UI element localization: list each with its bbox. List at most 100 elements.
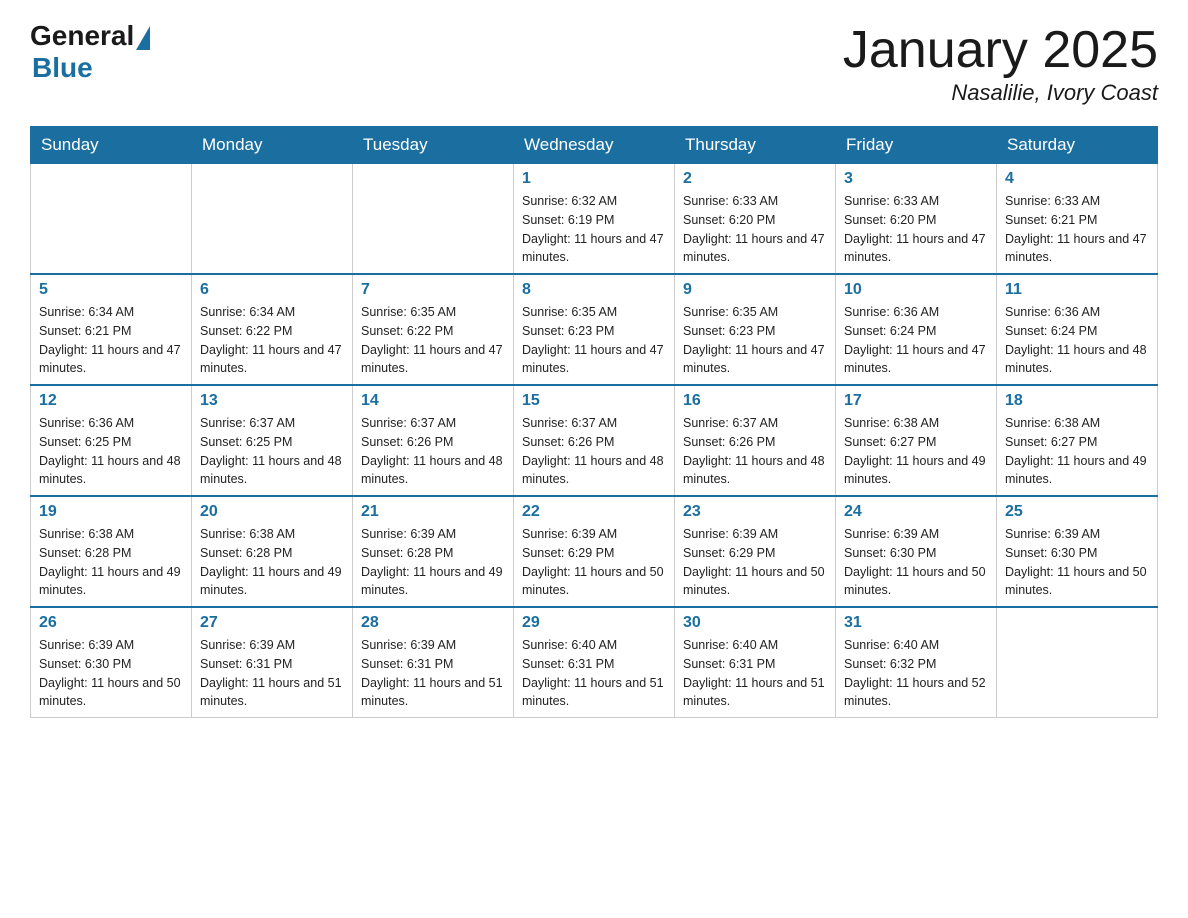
day-number: 7 — [361, 281, 505, 299]
calendar-header-monday: Monday — [192, 127, 353, 164]
calendar-cell: 4Sunrise: 6:33 AMSunset: 6:21 PMDaylight… — [997, 164, 1158, 275]
day-number: 2 — [683, 170, 827, 188]
day-info: Sunrise: 6:35 AMSunset: 6:22 PMDaylight:… — [361, 303, 505, 378]
page-header: General Blue January 2025 Nasalilie, Ivo… — [30, 20, 1158, 106]
calendar-cell: 29 Sunrise: 6:40 AMSunset: 6:31 PMDayligh… — [514, 607, 675, 718]
calendar-week-row: 19 Sunrise: 6:38 AMSunset: 6:28 PMDayligh… — [31, 496, 1158, 607]
calendar-cell — [997, 607, 1158, 718]
day-info: Sunrise: 6:34 AMSunset: 6:22 PMDaylight:… — [200, 303, 344, 378]
day-number: 16 — [683, 392, 827, 410]
day-number: 15 — [522, 392, 666, 410]
calendar-cell: 8 Sunrise: 6:35 AMSunset: 6:23 PMDaylight… — [514, 274, 675, 385]
day-number: 23 — [683, 503, 827, 521]
calendar-cell: 26Sunrise: 6:39 AMSunset: 6:30 PMDayligh… — [31, 607, 192, 718]
calendar-cell — [192, 164, 353, 275]
day-info: Sunrise: 6:39 AMSunset: 6:28 PMDaylight:… — [361, 525, 505, 600]
day-number: 27 — [200, 614, 344, 632]
day-number: 8 — [522, 281, 666, 299]
day-number: 17 — [844, 392, 988, 410]
calendar-cell: 12 Sunrise: 6:36 AMSunset: 6:25 PMDayligh… — [31, 385, 192, 496]
day-info: Sunrise: 6:36 AMSunset: 6:25 PMDaylight:… — [39, 414, 183, 489]
day-number: 1 — [522, 170, 666, 188]
day-info: Sunrise: 6:37 AMSunset: 6:25 PMDaylight:… — [200, 414, 344, 489]
calendar-cell: 7 Sunrise: 6:35 AMSunset: 6:22 PMDaylight… — [353, 274, 514, 385]
calendar-cell: 14 Sunrise: 6:37 AMSunset: 6:26 PMDayligh… — [353, 385, 514, 496]
day-number: 3 — [844, 170, 988, 188]
calendar-week-row: 1 Sunrise: 6:32 AMSunset: 6:19 PMDaylight… — [31, 164, 1158, 275]
calendar-cell — [31, 164, 192, 275]
day-info: Sunrise: 6:39 AMSunset: 6:31 PMDaylight:… — [361, 636, 505, 711]
day-info: Sunrise: 6:33 AMSunset: 6:20 PMDaylight:… — [683, 192, 827, 267]
day-number: 11 — [1005, 281, 1149, 299]
calendar-header-saturday: Saturday — [997, 127, 1158, 164]
logo-general-text: General — [30, 20, 134, 52]
day-info: Sunrise: 6:39 AMSunset: 6:29 PMDaylight:… — [683, 525, 827, 600]
calendar-cell: 13 Sunrise: 6:37 AMSunset: 6:25 PMDayligh… — [192, 385, 353, 496]
day-number: 10 — [844, 281, 988, 299]
day-info: Sunrise: 6:40 AMSunset: 6:31 PMDaylight:… — [683, 636, 827, 711]
day-number: 22 — [522, 503, 666, 521]
day-number: 9 — [683, 281, 827, 299]
day-number: 28 — [361, 614, 505, 632]
calendar-cell: 19 Sunrise: 6:38 AMSunset: 6:28 PMDayligh… — [31, 496, 192, 607]
calendar-cell: 1 Sunrise: 6:32 AMSunset: 6:19 PMDaylight… — [514, 164, 675, 275]
day-number: 29 — [522, 614, 666, 632]
day-info: Sunrise: 6:39 AMSunset: 6:29 PMDaylight:… — [522, 525, 666, 600]
month-title: January 2025 — [843, 20, 1158, 80]
calendar-cell: 16 Sunrise: 6:37 AMSunset: 6:26 PMDayligh… — [675, 385, 836, 496]
calendar-cell: 20 Sunrise: 6:38 AMSunset: 6:28 PMDayligh… — [192, 496, 353, 607]
calendar-cell: 9 Sunrise: 6:35 AMSunset: 6:23 PMDaylight… — [675, 274, 836, 385]
day-number: 21 — [361, 503, 505, 521]
calendar-cell: 15 Sunrise: 6:37 AMSunset: 6:26 PMDayligh… — [514, 385, 675, 496]
calendar-cell: 25 Sunrise: 6:39 AMSunset: 6:30 PMDayligh… — [997, 496, 1158, 607]
day-number: 19 — [39, 503, 183, 521]
day-number: 31 — [844, 614, 988, 632]
calendar-cell: 18Sunrise: 6:38 AMSunset: 6:27 PMDayligh… — [997, 385, 1158, 496]
day-info: Sunrise: 6:40 AMSunset: 6:32 PMDaylight:… — [844, 636, 988, 711]
calendar-cell: 21 Sunrise: 6:39 AMSunset: 6:28 PMDayligh… — [353, 496, 514, 607]
day-info: Sunrise: 6:40 AMSunset: 6:31 PMDaylight:… — [522, 636, 666, 711]
day-info: Sunrise: 6:36 AMSunset: 6:24 PMDaylight:… — [844, 303, 988, 378]
day-info: Sunrise: 6:36 AMSunset: 6:24 PMDaylight:… — [1005, 303, 1149, 378]
day-number: 6 — [200, 281, 344, 299]
calendar-cell: 22 Sunrise: 6:39 AMSunset: 6:29 PMDayligh… — [514, 496, 675, 607]
calendar-header-friday: Friday — [836, 127, 997, 164]
calendar-week-row: 5Sunrise: 6:34 AMSunset: 6:21 PMDaylight… — [31, 274, 1158, 385]
calendar-week-row: 26Sunrise: 6:39 AMSunset: 6:30 PMDayligh… — [31, 607, 1158, 718]
day-info: Sunrise: 6:37 AMSunset: 6:26 PMDaylight:… — [522, 414, 666, 489]
day-info: Sunrise: 6:32 AMSunset: 6:19 PMDaylight:… — [522, 192, 666, 267]
location: Nasalilie, Ivory Coast — [843, 80, 1158, 106]
title-area: January 2025 Nasalilie, Ivory Coast — [843, 20, 1158, 106]
logo: General Blue — [30, 20, 150, 84]
day-number: 14 — [361, 392, 505, 410]
day-info: Sunrise: 6:34 AMSunset: 6:21 PMDaylight:… — [39, 303, 183, 378]
calendar-header-thursday: Thursday — [675, 127, 836, 164]
day-info: Sunrise: 6:39 AMSunset: 6:30 PMDaylight:… — [39, 636, 183, 711]
day-number: 20 — [200, 503, 344, 521]
calendar-week-row: 12 Sunrise: 6:36 AMSunset: 6:25 PMDayligh… — [31, 385, 1158, 496]
day-info: Sunrise: 6:39 AMSunset: 6:30 PMDaylight:… — [844, 525, 988, 600]
day-number: 4 — [1005, 170, 1149, 188]
calendar-cell: 5Sunrise: 6:34 AMSunset: 6:21 PMDaylight… — [31, 274, 192, 385]
day-number: 24 — [844, 503, 988, 521]
calendar-cell: 23 Sunrise: 6:39 AMSunset: 6:29 PMDayligh… — [675, 496, 836, 607]
day-number: 25 — [1005, 503, 1149, 521]
day-info: Sunrise: 6:37 AMSunset: 6:26 PMDaylight:… — [683, 414, 827, 489]
calendar-header-row: SundayMondayTuesdayWednesdayThursdayFrid… — [31, 127, 1158, 164]
calendar-cell: 2 Sunrise: 6:33 AMSunset: 6:20 PMDaylight… — [675, 164, 836, 275]
day-info: Sunrise: 6:38 AMSunset: 6:28 PMDaylight:… — [200, 525, 344, 600]
logo-triangle-icon — [136, 26, 150, 50]
calendar-header-wednesday: Wednesday — [514, 127, 675, 164]
day-number: 12 — [39, 392, 183, 410]
calendar-header-sunday: Sunday — [31, 127, 192, 164]
day-number: 13 — [200, 392, 344, 410]
day-info: Sunrise: 6:39 AMSunset: 6:31 PMDaylight:… — [200, 636, 344, 711]
calendar-cell — [353, 164, 514, 275]
calendar-cell: 17Sunrise: 6:38 AMSunset: 6:27 PMDayligh… — [836, 385, 997, 496]
day-info: Sunrise: 6:38 AMSunset: 6:28 PMDaylight:… — [39, 525, 183, 600]
day-info: Sunrise: 6:39 AMSunset: 6:30 PMDaylight:… — [1005, 525, 1149, 600]
day-info: Sunrise: 6:35 AMSunset: 6:23 PMDaylight:… — [683, 303, 827, 378]
day-info: Sunrise: 6:35 AMSunset: 6:23 PMDaylight:… — [522, 303, 666, 378]
day-info: Sunrise: 6:37 AMSunset: 6:26 PMDaylight:… — [361, 414, 505, 489]
day-number: 30 — [683, 614, 827, 632]
